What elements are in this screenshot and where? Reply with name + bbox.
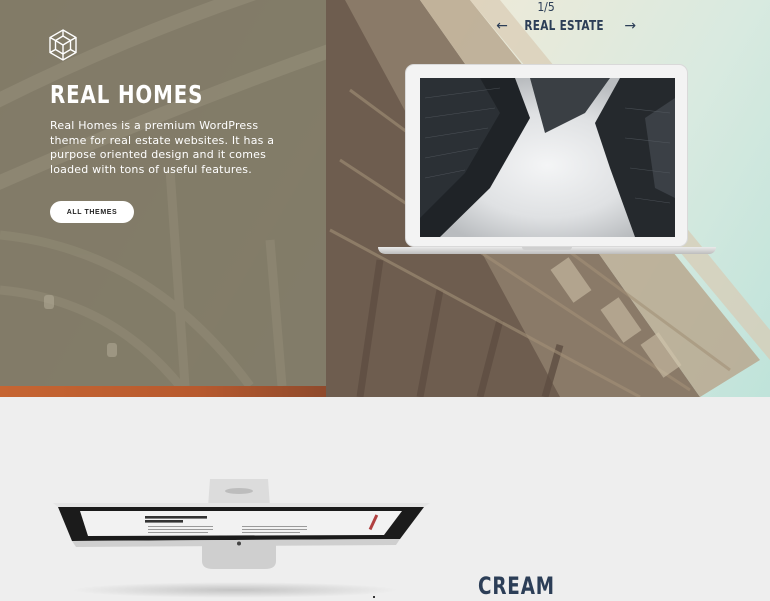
slide-category-title[interactable]: REAL ESTATE [524, 19, 603, 34]
slide-counter: 1/5 [537, 0, 555, 14]
laptop-screen-image[interactable] [420, 78, 675, 237]
laptop-notch [522, 247, 572, 250]
laptop-lid [405, 64, 688, 247]
imac-mockup[interactable] [50, 479, 430, 599]
hero-description: Real Homes is a premium WordPress theme … [50, 119, 275, 176]
hexagon-cube-icon[interactable] [48, 29, 78, 61]
hero-title: REAL HOMES [50, 80, 204, 109]
skyscrapers-image [420, 78, 675, 237]
hero-info-panel: REAL HOMES Real Homes is a premium WordP… [0, 0, 326, 386]
arrow-right-icon[interactable]: → [622, 18, 638, 34]
next-theme-section: CREAM [0, 397, 770, 601]
dot-marker [373, 596, 375, 598]
arrow-left-icon[interactable]: ← [494, 18, 510, 34]
next-theme-title: CREAM [478, 572, 555, 600]
all-themes-button[interactable]: ALL THEMES [50, 201, 134, 223]
hero-section: REAL HOMES Real Homes is a premium WordP… [0, 0, 770, 397]
slider-navigation: ← REAL ESTATE → [494, 17, 638, 35]
laptop-mockup [378, 64, 716, 258]
orange-floor-strip [0, 386, 326, 397]
